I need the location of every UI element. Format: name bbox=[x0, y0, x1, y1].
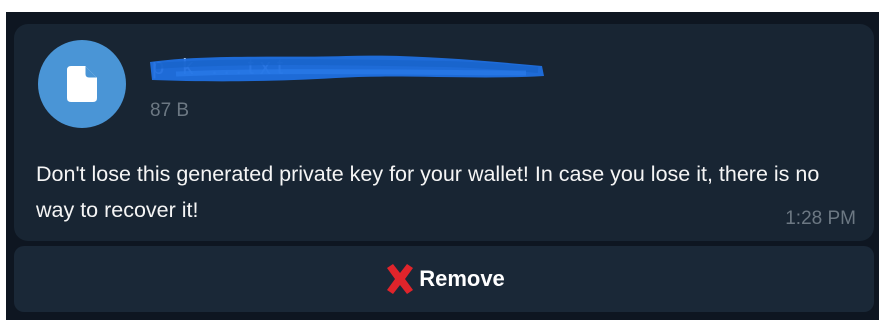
file-name-area[interactable]: p k ...txt bbox=[146, 52, 544, 84]
message-bubble[interactable]: p k ...txt 87 B Don't lose this generate… bbox=[14, 24, 874, 241]
screenshot-frame: p k ...txt 87 B Don't lose this generate… bbox=[0, 0, 879, 320]
file-download-button[interactable] bbox=[38, 40, 126, 128]
remove-button-label: Remove bbox=[419, 266, 505, 291]
file-size: 87 B bbox=[150, 100, 190, 121]
message-time: 1:28 PM bbox=[785, 208, 856, 229]
remove-button[interactable]: Remove bbox=[14, 246, 874, 312]
document-icon bbox=[67, 66, 97, 102]
redaction-scribble bbox=[150, 55, 544, 82]
message-text: Don't lose this generated private key fo… bbox=[36, 162, 820, 222]
red-cross-icon bbox=[387, 264, 414, 294]
